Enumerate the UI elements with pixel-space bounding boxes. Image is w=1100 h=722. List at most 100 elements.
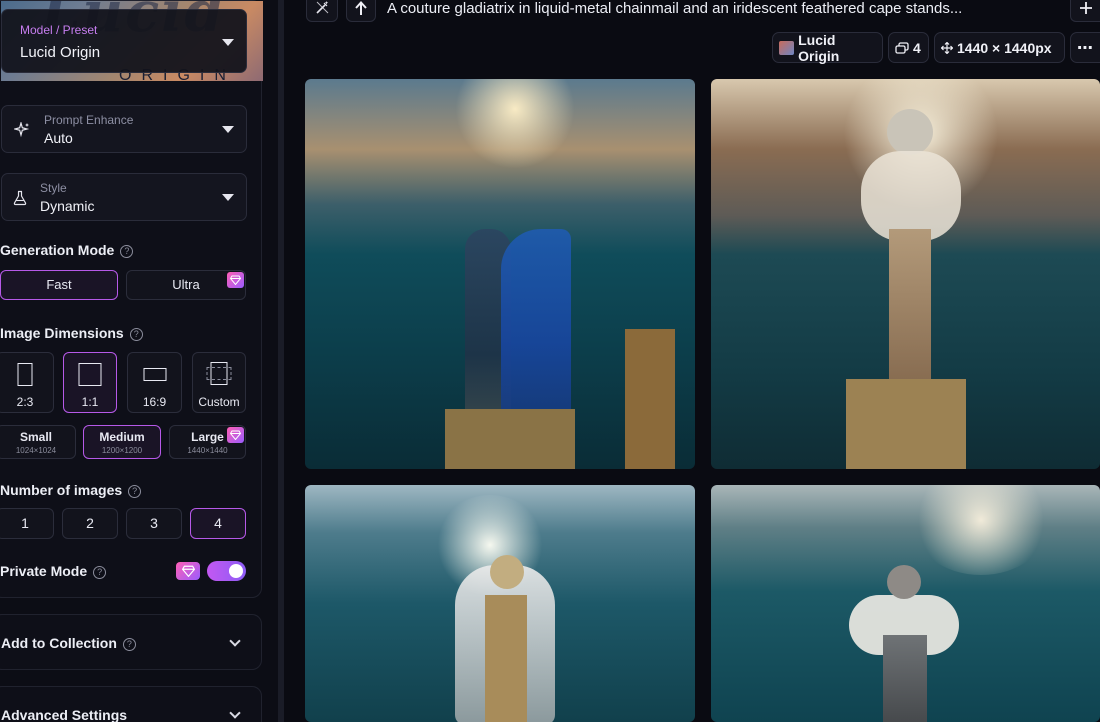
- add-to-collection-section[interactable]: Add to Collection?: [0, 614, 262, 670]
- count-2-button[interactable]: 2: [62, 508, 118, 539]
- mode-fast-button[interactable]: Fast: [0, 270, 118, 300]
- sunburst: [911, 485, 1051, 575]
- mode-ultra-label: Ultra: [172, 277, 200, 292]
- gem-icon: [176, 562, 200, 580]
- ratio-label: Custom: [198, 395, 240, 409]
- more-dots-icon: ⋯: [1077, 39, 1094, 57]
- more-options-button[interactable]: ⋯: [1070, 32, 1100, 63]
- square-ratio-icon: [78, 363, 102, 386]
- help-icon[interactable]: ?: [122, 638, 136, 651]
- prompt-enhance-select[interactable]: Prompt Enhance Auto: [1, 105, 247, 153]
- generated-image-1[interactable]: [305, 79, 695, 469]
- image-dimensions-title-text: Image Dimensions: [0, 325, 124, 341]
- generated-image-4[interactable]: [711, 485, 1100, 722]
- ratio-16-9-button[interactable]: 16:9: [127, 352, 182, 413]
- help-icon[interactable]: ?: [128, 485, 142, 498]
- feather-collar: [861, 151, 961, 241]
- ruin-pillar: [625, 329, 675, 469]
- count-4-button[interactable]: 4: [190, 508, 246, 539]
- advanced-settings-section[interactable]: Advanced Settings: [0, 686, 262, 722]
- private-mode-title: Private Mode?: [0, 563, 107, 579]
- size-dims: 1440×1440: [187, 446, 228, 455]
- ratio-label: 2:3: [16, 395, 34, 409]
- size-medium-button[interactable]: Medium 1200×1200: [83, 425, 161, 459]
- portrait-ratio-icon: [17, 363, 33, 386]
- landscape-ratio-icon: [143, 368, 166, 381]
- mode-ultra-button[interactable]: Ultra: [126, 270, 246, 300]
- new-generation-button[interactable]: [1070, 0, 1100, 22]
- count-3-button[interactable]: 3: [126, 508, 182, 539]
- caret-down-icon: [222, 39, 234, 46]
- gem-icon: [227, 427, 244, 443]
- ratio-custom-button[interactable]: Custom: [192, 352, 246, 413]
- chevron-down-icon: [229, 635, 241, 647]
- help-icon[interactable]: ?: [129, 328, 143, 341]
- number-of-images-title: Number of images?: [0, 482, 142, 498]
- dimensions-label: 1440 × 1440px: [957, 39, 1052, 56]
- private-mode-title-text: Private Mode: [0, 563, 88, 579]
- prompt-text[interactable]: A couture gladiatrix in liquid-metal cha…: [387, 0, 1057, 17]
- chevron-down-icon: [229, 707, 241, 719]
- ratio-label: 16:9: [142, 395, 167, 409]
- count-1-button[interactable]: 1: [0, 508, 54, 539]
- custom-ratio-icon: [206, 367, 232, 380]
- generated-image-2[interactable]: [711, 79, 1100, 469]
- generation-mode-title: Generation Mode?: [0, 242, 134, 258]
- image-dimensions-title: Image Dimensions?: [0, 325, 143, 341]
- size-small-button[interactable]: Small 1024×1024: [0, 425, 76, 459]
- stone-pedestal: [445, 409, 575, 469]
- generation-mode-title-text: Generation Mode: [0, 242, 115, 258]
- images-stack-icon: [895, 41, 909, 54]
- size-dims: 1024×1024: [15, 446, 57, 455]
- prompt-enhance-label: Prompt Enhance: [44, 113, 134, 127]
- help-icon[interactable]: ?: [120, 245, 134, 258]
- size-label: Medium: [99, 430, 145, 444]
- ratio-label: 1:1: [81, 395, 99, 409]
- gladiatrix-figure: [485, 595, 527, 722]
- add-to-collection-title: Add to Collection?: [1, 635, 136, 651]
- advanced-settings-title: Advanced Settings: [1, 707, 128, 722]
- size-large-button[interactable]: Large 1440×1440: [169, 425, 246, 459]
- gem-icon: [227, 272, 244, 288]
- caret-down-icon: [222, 194, 234, 201]
- arrow-up-icon: [355, 1, 367, 15]
- toggle-knob: [229, 564, 243, 578]
- move-arrows-icon: [941, 41, 953, 54]
- stone-pedestal: [846, 379, 966, 469]
- model-chip-label: Lucid Origin: [798, 31, 840, 64]
- size-label: Small: [19, 430, 52, 444]
- add-to-collection-title-text: Add to Collection: [1, 635, 117, 651]
- private-mode-toggle[interactable]: [207, 561, 246, 581]
- style-value: Dynamic: [40, 198, 95, 214]
- upload-button[interactable]: [346, 0, 376, 22]
- image-count-label: 4: [913, 39, 921, 56]
- dimensions-chip[interactable]: 1440 × 1440px: [934, 32, 1065, 63]
- number-of-images-title-text: Number of images: [0, 482, 123, 498]
- style-select[interactable]: Style Dynamic: [1, 173, 247, 221]
- helmet: [887, 109, 933, 155]
- gladiatrix-figure: [883, 635, 927, 722]
- magic-wand-icon: [316, 1, 329, 14]
- helmet: [887, 565, 921, 599]
- model-thumbnail: [779, 40, 795, 55]
- style-label: Style: [40, 181, 67, 195]
- prompt-enhance-value: Auto: [44, 130, 73, 146]
- ratio-2-3-button[interactable]: 2:3: [0, 352, 54, 413]
- panel-divider[interactable]: [278, 0, 284, 722]
- flask-icon: [13, 190, 27, 206]
- help-icon[interactable]: ?: [93, 566, 107, 579]
- model-chip[interactable]: Lucid Origin: [772, 31, 883, 64]
- magic-wand-button[interactable]: [306, 0, 338, 22]
- ratio-1-1-button[interactable]: 1:1: [63, 352, 117, 413]
- caret-down-icon: [222, 126, 234, 133]
- model-preset-value: Lucid Origin: [20, 44, 101, 61]
- model-preset-select[interactable]: Model / Preset Lucid Origin: [1, 9, 247, 73]
- sunburst: [455, 79, 575, 169]
- generated-image-3[interactable]: [305, 485, 695, 722]
- plus-icon: [1079, 2, 1092, 14]
- image-count-chip[interactable]: 4: [888, 32, 929, 63]
- settings-panel: Lucid ORIGIN Model / Preset Lucid Origin…: [0, 0, 280, 722]
- sparkle-icon: [14, 122, 30, 138]
- helmet: [490, 555, 524, 589]
- model-preset-label: Model / Preset: [20, 23, 98, 37]
